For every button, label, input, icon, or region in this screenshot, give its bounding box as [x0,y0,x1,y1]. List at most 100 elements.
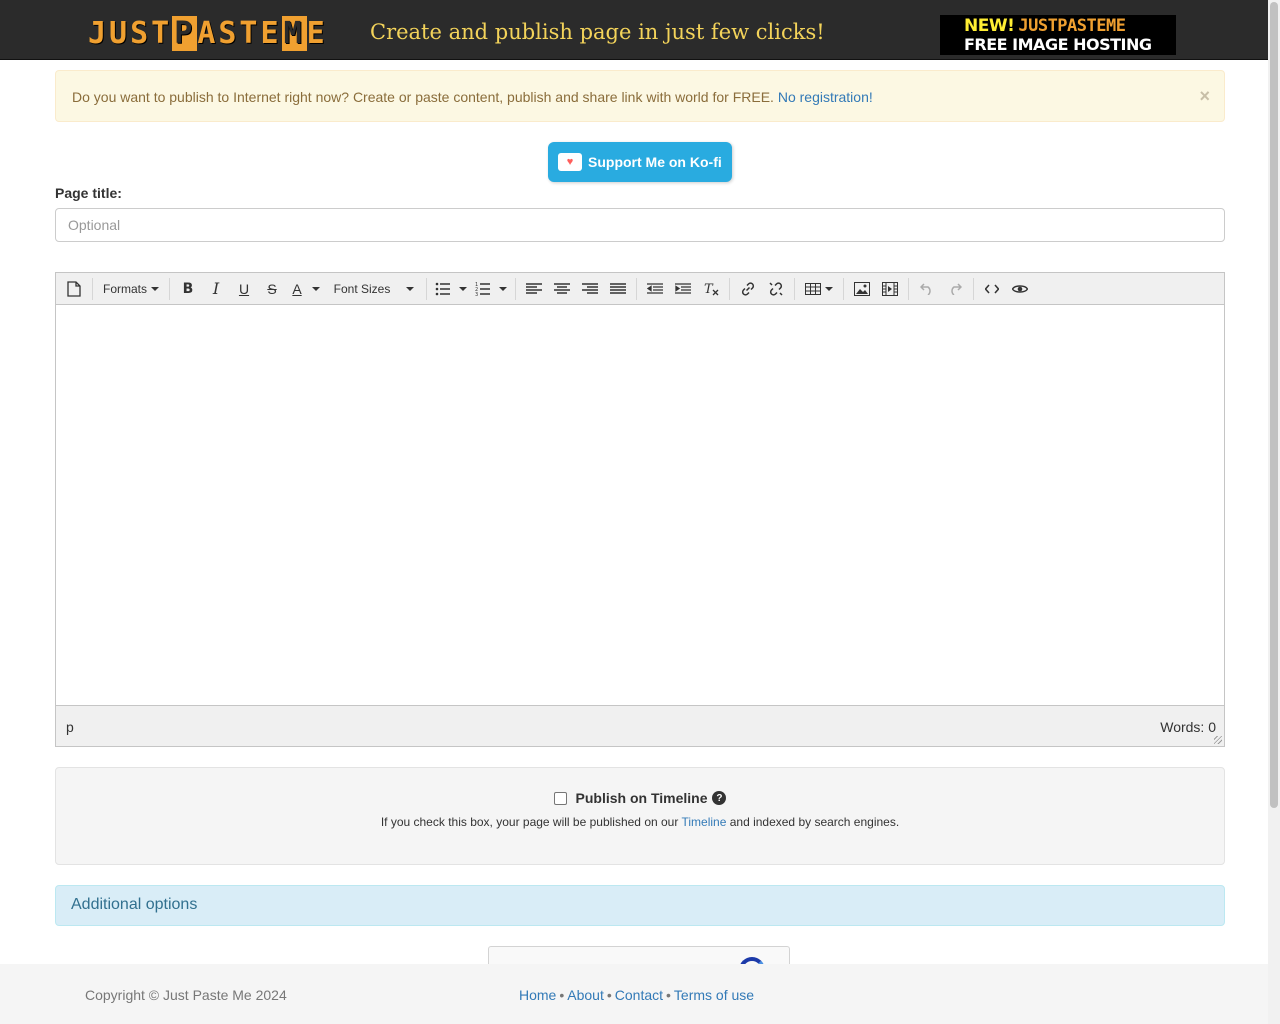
toolbar-separator [169,277,171,300]
chevron-down-icon [406,286,415,291]
footer-separator: • [666,987,671,1003]
footer-link-terms[interactable]: Terms of use [674,987,754,1003]
formats-dropdown[interactable]: Formats [97,276,165,302]
remove-link-icon[interactable] [762,276,790,302]
recaptcha-icon [739,957,765,964]
bold-button[interactable]: B [174,276,202,302]
page-title-label: Page title: [55,185,122,201]
toolbar-separator [843,277,845,300]
kofi-label: Support Me on Ko-fi [588,154,722,170]
banner-subtitle: FREE IMAGE HOSTING [964,35,1152,54]
site-tagline: Create and publish page in just few clic… [370,20,825,44]
outdent-icon[interactable] [641,276,669,302]
footer-link-contact[interactable]: Contact [615,987,663,1003]
redo-icon[interactable] [941,276,969,302]
font-sizes-label: Font Sizes [333,281,391,296]
rich-text-editor: Formats B I U S A Font Sizes 123 T p Wor… [55,272,1225,747]
copyright-text: Copyright © Just Paste Me 2024 [85,987,287,1003]
hint-text-before: If you check this box, your page will be… [380,815,679,829]
publish-timeline-row: Publish on Timeline ? [56,790,1224,806]
indent-icon[interactable] [669,276,697,302]
align-center-icon[interactable] [548,276,576,302]
alert-text: Do you want to publish to Internet right… [72,89,774,105]
info-alert: Do you want to publish to Internet right… [55,70,1225,122]
site-logo[interactable]: JUST P ASTE M E [88,15,328,51]
kofi-cup-icon: ♥ [558,153,582,171]
numbered-list-button[interactable]: 123 [471,276,511,302]
chevron-down-icon [825,286,834,291]
clear-formatting-icon[interactable]: T [697,276,725,302]
insert-image-icon[interactable] [848,276,876,302]
publish-panel: Publish on Timeline ? If you check this … [55,767,1225,865]
align-justify-icon[interactable] [604,276,632,302]
bullet-list-button[interactable] [431,276,471,302]
text-color-button[interactable]: A [286,276,326,302]
chevron-down-icon [311,286,320,291]
undo-icon[interactable] [913,276,941,302]
align-left-icon[interactable] [520,276,548,302]
hint-text-after: and indexed by search engines. [729,815,900,829]
source-code-icon[interactable] [978,276,1006,302]
word-count: Words: 0 [1160,719,1216,735]
editor-toolbar: Formats B I U S A Font Sizes 123 T [56,273,1224,305]
resize-handle-icon[interactable] [1214,736,1222,744]
align-right-icon[interactable] [576,276,604,302]
top-header: JUST P ASTE M E Create and publish page in j… [0,0,1268,60]
chevron-down-icon [499,286,508,291]
editor-statusbar: p Words: 0 [56,705,1224,746]
banner-new: NEW! [964,16,1015,36]
underline-button[interactable]: U [230,276,258,302]
additional-options-toggle[interactable]: Additional options [55,885,1225,926]
close-icon[interactable]: × [1199,86,1210,107]
publish-hint: If you check this box, your page will be… [56,815,1224,829]
no-registration-link[interactable]: No registration! [778,89,873,105]
recaptcha-widget[interactable] [488,946,790,964]
insert-link-icon[interactable] [734,276,762,302]
toolbar-separator [908,277,910,300]
toolbar-separator [426,277,428,300]
toolbar-separator [92,277,93,300]
svg-text:3: 3 [475,292,478,296]
strikethrough-button[interactable]: S [258,276,286,302]
footer-separator: • [606,987,612,1003]
chevron-down-icon [151,286,160,291]
footer-links: Home • About • Contact • Terms of use [519,987,754,1003]
text-color-label: A [292,280,302,297]
toolbar-separator [729,277,731,300]
footer-link-home[interactable]: Home [519,987,556,1003]
new-document-icon[interactable] [60,276,88,302]
table-icon[interactable] [799,276,839,302]
footer: Copyright © Just Paste Me 2024 Home • Abou… [0,964,1268,1024]
font-sizes-dropdown[interactable]: Font Sizes [326,276,422,302]
banner-top-line: NEW! JUSTPASTEME [964,16,1126,36]
footer-link-about[interactable]: About [567,987,604,1003]
insert-media-icon[interactable] [876,276,904,302]
svg-text:T: T [704,282,714,296]
page-scrollbar[interactable] [1268,0,1280,1024]
scrollbar-thumb[interactable] [1270,2,1278,808]
element-path[interactable]: p [66,719,74,735]
help-icon[interactable]: ? [712,791,727,805]
toolbar-separator [973,277,975,300]
footer-separator: • [559,987,565,1003]
toolbar-separator [636,277,638,300]
editor-content-area[interactable] [56,305,1224,705]
timeline-link[interactable]: Timeline [681,815,726,829]
publish-timeline-checkbox[interactable] [553,791,567,805]
toolbar-separator [794,277,796,300]
banner-brand: JUSTPASTEME [1018,16,1126,36]
image-hosting-banner[interactable]: NEW! JUSTPASTEME FREE IMAGE HOSTING [940,15,1176,55]
toolbar-separator [515,277,517,300]
kofi-support-button[interactable]: ♥ Support Me on Ko-fi [548,142,732,182]
page-title-input[interactable] [55,208,1225,242]
logo-text-e: E [306,15,328,51]
formats-label: Formats [103,281,148,296]
preview-eye-icon[interactable] [1006,276,1034,302]
logo-text-p: P [172,15,198,51]
logo-text-just: JUST [88,15,173,51]
italic-button[interactable]: I [202,276,230,302]
logo-text-aste: ASTE [197,15,282,51]
publish-timeline-label[interactable]: Publish on Timeline [576,790,708,806]
logo-text-m: M [281,15,307,51]
chevron-down-icon [459,286,468,291]
